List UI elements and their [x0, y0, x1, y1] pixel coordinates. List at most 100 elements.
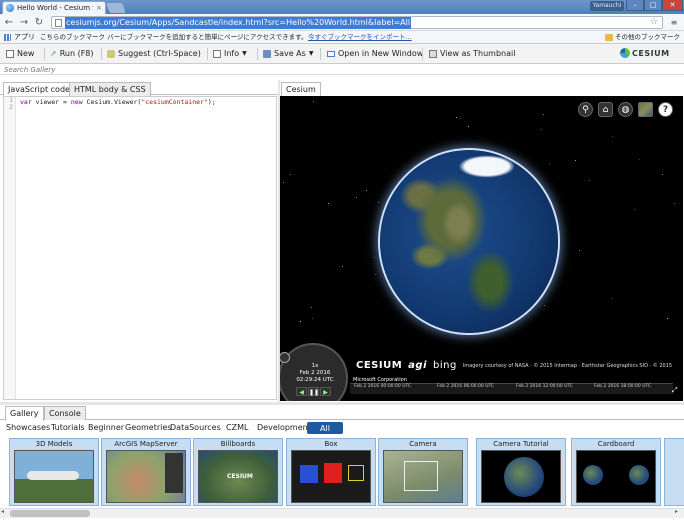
help-icon[interactable]: ? [658, 102, 673, 117]
gallery-item-3d-models[interactable]: 3D Models [9, 438, 99, 506]
star-dot [311, 318, 313, 320]
line-gutter: 1 2 [4, 97, 16, 399]
gallery-item-arcgis-mapserver[interactable]: ArcGIS MapServer [101, 438, 191, 506]
browser-tab[interactable]: Hello World - Cesium Sa × [2, 1, 106, 14]
agi-credit[interactable]: agi [408, 360, 427, 371]
bookmarks-apps[interactable]: アプリ [14, 31, 35, 44]
timeline[interactable]: Feb 2 2016 00:00:00 UTC Feb 2 2016 06:00… [350, 383, 673, 394]
star-dot [355, 196, 357, 198]
close-window-button[interactable]: ✕ [662, 0, 683, 11]
star-dot [633, 208, 635, 210]
open-new-window-button[interactable]: Open in New Window [327, 48, 423, 60]
star-dot [282, 182, 284, 184]
bookmarks-prompt: こちらのブックマーク バーにブックマークを追加すると簡単にページにアクセスできま… [40, 33, 308, 41]
filter-czml[interactable]: CZML [226, 421, 248, 434]
minimize-button[interactable]: – [626, 0, 644, 11]
filter-datasources[interactable]: DataSources [170, 421, 221, 434]
scroll-right-icon[interactable]: ▸ [675, 508, 678, 515]
gallery-item-label: ArcGIS MapServer [114, 440, 178, 448]
toolbar-divider [101, 48, 102, 60]
gallery-item-box[interactable]: Box [286, 438, 376, 506]
home-icon[interactable]: ⌂ [598, 102, 613, 117]
star-dot [667, 318, 669, 320]
bing-credit[interactable]: bing [433, 360, 457, 371]
star-dot [544, 304, 546, 306]
gallery-item-camera-tutorial[interactable]: Camera Tutorial [476, 438, 566, 506]
star-dot [548, 163, 550, 165]
globe-icon[interactable]: ◍ [618, 102, 633, 117]
gallery-item-cardboard[interactable]: Cardboard [571, 438, 661, 506]
code-class: Cesium.Viewer( [82, 98, 142, 106]
filter-tutorials[interactable]: Tutorials [51, 421, 85, 434]
back-arrow-icon[interactable]: ← [3, 16, 15, 29]
play-reverse-icon[interactable]: ◀ [296, 387, 307, 396]
gallery-item-label: Camera [409, 440, 437, 448]
star-dot [341, 265, 343, 267]
new-tab-button[interactable] [106, 3, 126, 13]
base-layer-picker-icon[interactable] [638, 102, 653, 117]
tab-console[interactable]: Console [44, 406, 86, 420]
gallery-item-label: Box [324, 440, 338, 448]
profile-name[interactable]: Yamauchi [590, 1, 624, 11]
tab-gallery[interactable]: Gallery [5, 406, 44, 421]
filter-showcases[interactable]: Showcases [6, 421, 50, 434]
search-gallery-input[interactable] [4, 65, 94, 75]
info-button[interactable]: Info ▼ [213, 48, 247, 60]
gallery-item-camera[interactable]: Camera [378, 438, 468, 506]
animation-controls: ◀ ❚❚ ▶ [296, 387, 331, 396]
forward-arrow-icon[interactable]: → [18, 16, 30, 29]
fullscreen-icon[interactable]: ⤢ [672, 386, 678, 395]
new-button[interactable]: New [6, 48, 34, 60]
play-icon[interactable]: ▶ [320, 387, 331, 396]
gallery-scrollbar[interactable] [0, 508, 684, 518]
pause-icon[interactable]: ❚❚ [308, 387, 319, 396]
favicon-icon [6, 4, 14, 12]
code-editor[interactable] [3, 96, 277, 400]
run-button[interactable]: ➚ Run (F8) [50, 48, 94, 60]
scroll-left-icon[interactable]: ◂ [1, 508, 4, 515]
code-line[interactable]: var viewer = new Cesium.Viewer("cesiumCo… [20, 98, 216, 106]
tab-html-css[interactable]: HTML body & CSS [69, 82, 151, 96]
filter-geometries[interactable]: Geometries [125, 421, 171, 434]
filter-development[interactable]: Development [257, 421, 311, 434]
star-dot [311, 306, 313, 308]
gallery-item-label: Camera Tutorial [493, 440, 549, 448]
star-dot [578, 249, 580, 251]
search-icon[interactable]: ⚲ [578, 102, 593, 117]
url-text[interactable]: cesiumjs.org/Cesium/Apps/Sandcastle/inde… [65, 17, 412, 29]
apps-grid-icon[interactable] [4, 34, 11, 41]
star-dot [674, 202, 676, 204]
bookmarks-import-link[interactable]: 今すぐブックマークをインポート... [308, 31, 412, 44]
earth-globe[interactable] [380, 150, 558, 333]
tab-javascript-code[interactable]: JavaScript code [3, 82, 75, 97]
clock-speed: 1x [311, 363, 319, 369]
star-icon[interactable]: ☆ [650, 17, 658, 27]
tab-cesium[interactable]: Cesium [281, 82, 321, 96]
star-dot [574, 160, 576, 161]
save-as-button[interactable]: Save As ▼ [263, 48, 313, 60]
gallery-item-label: Billboards [220, 440, 256, 448]
address-bar[interactable]: cesiumjs.org/Cesium/Apps/Sandcastle/inde… [51, 16, 663, 29]
tab-title: Hello World - Cesium Sa [17, 4, 94, 12]
code-identifier: viewer = [31, 98, 71, 106]
gallery-item-partial[interactable] [664, 438, 684, 506]
gallery-item-billboards[interactable]: Billboards CESIUM [193, 438, 283, 506]
cesium-logo[interactable]: CESIUM [620, 48, 670, 58]
search-row [0, 64, 684, 75]
suggest-button[interactable]: Suggest (Ctrl-Space) [107, 48, 201, 60]
code-keyword: new [70, 98, 83, 106]
gallery-item-label: Cardboard [597, 440, 635, 448]
toolbar-divider [320, 48, 321, 60]
bookmarks-other[interactable]: その他のブックマーク [615, 31, 680, 44]
maximize-button[interactable]: □ [644, 0, 662, 11]
scrollbar-thumb[interactable] [10, 510, 90, 517]
menu-icon[interactable]: ≡ [668, 16, 680, 29]
cesium-viewer[interactable]: ⚲ ⌂ ◍ ? 1x Feb 2 2016 02:29:24 UTC ◀ ❚❚ … [280, 96, 683, 401]
filter-beginner[interactable]: Beginner [88, 421, 124, 434]
cesium-credit[interactable]: CESIUM [356, 360, 402, 371]
code-end: ); [207, 98, 216, 106]
filter-all[interactable]: All [307, 422, 343, 434]
view-thumbnail-button[interactable]: View as Thumbnail [429, 48, 515, 60]
reload-icon[interactable]: ↻ [33, 16, 45, 29]
tab-close-icon[interactable]: × [96, 4, 102, 12]
